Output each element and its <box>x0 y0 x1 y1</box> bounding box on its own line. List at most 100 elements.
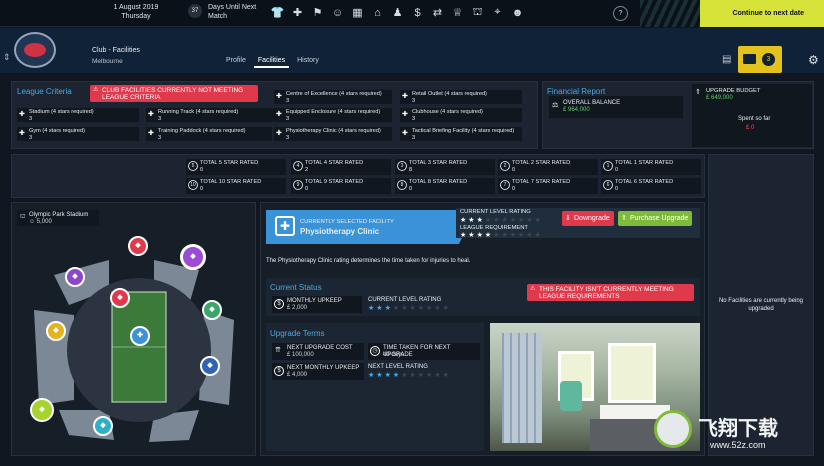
rating-star: ★ <box>493 217 500 224</box>
clubhouse-icon: ✚ <box>402 111 408 118</box>
star-summary-9: 9 TOTAL 9 STAR RATED 0 <box>291 178 391 194</box>
rating-star: ★ <box>401 305 408 312</box>
purchase-upgrade-button[interactable]: ⇑ Purchase Upgrade <box>618 211 692 226</box>
criteria-clubhouse[interactable]: ✚ Clubhouse (4 stars required) 3 <box>400 108 522 122</box>
rating-star: ★ <box>425 372 433 379</box>
summary-value: 0 <box>409 186 413 192</box>
help-icon[interactable]: ? <box>613 6 628 21</box>
facility-marker-retail[interactable]: ◆ <box>65 267 85 287</box>
next-upkeep-label: NEXT MONTHLY UPKEEP <box>287 365 360 371</box>
facility-marker-gym[interactable]: ◆ <box>110 288 130 308</box>
facility-marker-physiotherapy[interactable]: ✚ <box>130 326 150 346</box>
arrow-up-icon: ⇑ <box>621 215 627 222</box>
summary-label: TOTAL 7 STAR RATED <box>512 179 571 185</box>
training-icon[interactable]: ⚑ <box>310 5 325 20</box>
photo-chair <box>560 381 582 411</box>
criteria-gym[interactable]: ✚ Gym (4 stars required) 3 <box>17 127 139 141</box>
rating-star: ★ <box>526 232 533 239</box>
trophy-icon[interactable]: ♕ <box>450 5 465 20</box>
criteria-stadium[interactable]: ✚ Stadium (4 stars required) 3 <box>17 108 139 122</box>
next-rating-label: NEXT LEVEL RATING <box>368 364 428 370</box>
players-icon[interactable]: ☺ <box>330 5 345 20</box>
stadium-info: ⛫ Olympic Park Stadium ☺ 5,000 <box>17 210 99 226</box>
tab-facilities[interactable]: Facilities <box>253 55 290 68</box>
rating-star: ★ <box>368 372 375 379</box>
finance-icon[interactable]: $ <box>410 5 425 20</box>
days-label: Days Until Next Match <box>208 4 257 20</box>
criteria-retail-outlet[interactable]: ✚ Retail Outlet (4 stars required) 3 <box>400 90 522 104</box>
tab-profile[interactable]: Profile <box>222 55 250 68</box>
page-title: Club - Facilities <box>92 47 140 54</box>
rating-star: ★ <box>468 232 475 239</box>
summary-value: 8 <box>409 167 413 173</box>
continue-button[interactable]: Continue to next date <box>700 0 824 27</box>
next-rating-stars: ★ ★ ★ ★ ★ ★ ★ ★ ★ ★ <box>368 372 449 379</box>
cost-value: £ 100,000 <box>287 352 314 358</box>
current-rating-stars: ★ ★ ★ ★ ★ ★ ★ ★ ★ ★ <box>460 217 541 224</box>
criteria-training-paddock[interactable]: ✚ Training Paddock (4 stars required) 3 <box>146 127 272 141</box>
facility-marker-training-paddock[interactable]: ◆ <box>30 398 54 422</box>
facility-marker-tactical[interactable]: ◆ <box>180 244 206 270</box>
summary-label: TOTAL 1 STAR RATED <box>615 160 674 166</box>
criteria-centre-of-excellence[interactable]: ✚ Centre of Excellence (4 stars required… <box>274 90 392 104</box>
star-rating-icon: 10 <box>188 180 198 190</box>
criteria-tactical-briefing[interactable]: ✚ Tactical Briefing Facility (4 stars re… <box>400 127 522 141</box>
inbox-button[interactable]: 3 <box>738 46 782 73</box>
criteria-running-track[interactable]: ✚ Running Track (4 stars required) 3 <box>146 108 276 122</box>
tactics-icon[interactable]: ▦ <box>350 5 365 20</box>
facility-marker-clubhouse[interactable]: ◆ <box>46 321 66 341</box>
star-rating-icon: 5 <box>188 161 198 171</box>
criteria-equipped-enclosure[interactable]: ✚ Equipped Enclosure (4 stars required) … <box>274 108 392 122</box>
criteria-value: 3 <box>158 135 162 141</box>
criteria-label: Stadium (4 stars required) <box>29 109 94 115</box>
criteria-value: 3 <box>158 116 162 122</box>
capacity-value: 5,000 <box>36 219 52 225</box>
downgrade-button[interactable]: ⇓ Downgrade <box>562 211 614 226</box>
gear-icon[interactable]: ⚙ <box>808 53 819 67</box>
facility-marker-running-track[interactable]: ◆ <box>202 300 222 320</box>
fans-icon[interactable]: ☻ <box>510 5 525 20</box>
star-rating-icon: 8 <box>397 180 407 190</box>
financial-report-title: Financial Report <box>547 87 606 96</box>
scout-icon[interactable]: ⌖ <box>490 5 505 20</box>
star-rating-icon: 9 <box>293 180 303 190</box>
facility-marker-stadium[interactable]: ◆ <box>128 236 148 256</box>
status-alert: THIS FACILITY ISN'T CURRENTLY MEETING LE… <box>527 284 694 301</box>
rating-star: ★ <box>509 217 516 224</box>
days-count: 37 <box>188 4 202 18</box>
upgrade-terms-title: Upgrade Terms <box>270 329 325 338</box>
summary-label: TOTAL 8 STAR RATED <box>409 179 468 185</box>
rating-star: ★ <box>460 217 467 224</box>
transfer-icon[interactable]: ⇄ <box>430 5 445 20</box>
current-date: 1 August 2019 Thursday <box>100 3 172 21</box>
calendar-icon[interactable]: ▤ <box>722 54 731 65</box>
star-rating-icon: 4 <box>293 161 303 171</box>
star-rating-icon: 3 <box>397 161 407 171</box>
summary-value: 0 <box>512 167 516 173</box>
staff-icon[interactable]: ♟ <box>390 5 405 20</box>
arrow-down-icon: ⇓ <box>565 215 571 222</box>
star-summary-10: 10 TOTAL 10 STAR RATED 0 <box>186 178 286 194</box>
home-icon[interactable]: ⌂ <box>370 5 385 20</box>
facility-marker-centre-excellence[interactable]: ◆ <box>200 356 220 376</box>
rating-star: ★ <box>468 217 475 224</box>
time-value: 40 days <box>383 352 405 358</box>
balance-icon: ⚖ <box>552 102 559 109</box>
photo-wall-bars <box>502 333 542 443</box>
criteria-value: 3 <box>29 116 33 122</box>
cost-label: NEXT UPGRADE COST <box>287 345 353 351</box>
stadium-icon[interactable]: ⛫ <box>470 5 485 20</box>
criteria-physiotherapy-clinic[interactable]: ✚ Physiotherapy Clinic (4 stars required… <box>274 127 392 141</box>
tab-history[interactable]: History <box>293 55 323 68</box>
shirt-icon[interactable]: 👕 <box>270 5 285 20</box>
stadium-icon: ⛫ <box>20 214 26 220</box>
switch-club-icon[interactable]: ⇕ <box>3 52 11 63</box>
tab-bar: Profile Facilities History <box>222 55 323 68</box>
first-aid-icon[interactable]: ✚ <box>290 5 305 20</box>
criteria-label: Gym (4 stars required) <box>29 128 85 134</box>
criteria-value: 3 <box>412 98 416 104</box>
upkeep-label: MONTHLY UPKEEP <box>287 298 342 304</box>
facility-marker-equipped-enclosure[interactable]: ◆ <box>93 416 113 436</box>
criteria-value: 3 <box>412 116 416 122</box>
summary-label: TOTAL 10 STAR RATED <box>200 179 262 185</box>
